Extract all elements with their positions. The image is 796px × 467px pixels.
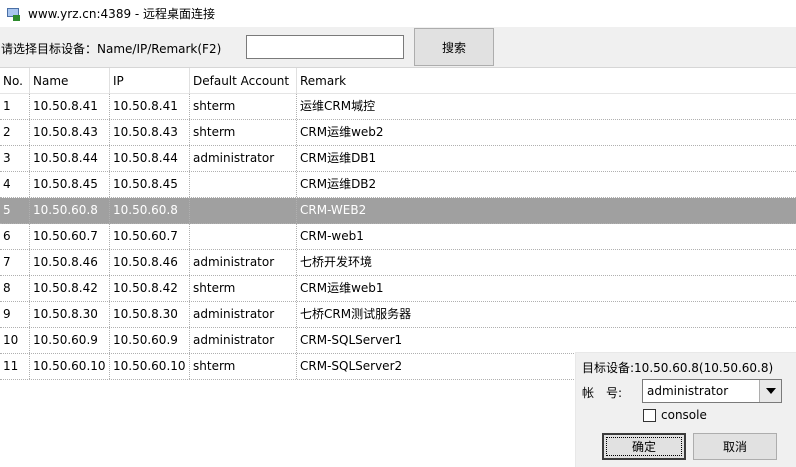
table-row[interactable]: 8 10.50.8.42 10.50.8.42 shterm CRM运维web1	[0, 276, 796, 302]
cell-ip: 10.50.60.9	[110, 328, 190, 353]
cell-account	[190, 198, 297, 223]
cell-no: 10	[0, 328, 30, 353]
cell-name: 10.50.8.30	[30, 302, 110, 327]
connect-dialog: 目标设备:10.50.60.8(10.50.60.8) 帐 号: adminis…	[575, 352, 796, 467]
account-label: 帐 号:	[582, 386, 623, 400]
cell-ip: 10.50.8.46	[110, 250, 190, 275]
cell-remark: CRM-SQLServer1	[300, 333, 403, 347]
cell-no: 4	[0, 172, 30, 197]
table-row[interactable]: 3 10.50.8.44 10.50.8.44 administrator CRM运维D…	[0, 146, 796, 172]
cell-name: 10.50.60.8	[30, 198, 110, 223]
cell-ip: 10.50.8.41	[110, 94, 190, 119]
cell-name: 10.50.8.46	[30, 250, 110, 275]
column-header-default-account[interactable]: Default Account	[190, 68, 297, 94]
title-bar: www.yrz.cn:4389 - 远程桌面连接	[0, 0, 796, 27]
table-row[interactable]: 2 10.50.8.43 10.50.8.43 shterm CRM运维web2	[0, 120, 796, 146]
table-header: No. Name IP Default Account Remark	[0, 67, 796, 94]
cell-no: 11	[0, 354, 30, 379]
cell-ip: 10.50.60.7	[110, 224, 190, 249]
cell-ip: 10.50.60.10	[110, 354, 190, 379]
cell-ip: 10.50.8.45	[110, 172, 190, 197]
cell-remark: CRM运维web2	[300, 125, 384, 139]
cancel-button[interactable]: 取消	[693, 433, 777, 460]
column-header-no[interactable]: No.	[0, 68, 30, 94]
cell-remark: 七桥开发环境	[300, 255, 373, 269]
cell-account: administrator	[190, 302, 297, 327]
cell-account: shterm	[190, 276, 297, 301]
ok-button[interactable]: 确定	[602, 433, 686, 460]
cell-no: 1	[0, 94, 30, 119]
chevron-down-icon[interactable]	[759, 380, 781, 402]
cell-name: 10.50.8.41	[30, 94, 110, 119]
cell-no: 7	[0, 250, 30, 275]
cell-account: shterm	[190, 94, 297, 119]
cell-remark: CRM运维DB1	[300, 151, 377, 165]
column-header-remark[interactable]: Remark	[297, 68, 796, 94]
cell-name: 10.50.8.45	[30, 172, 110, 197]
table-row[interactable]: 6 10.50.60.7 10.50.60.7 CRM-web1	[0, 224, 796, 250]
remote-desktop-icon	[7, 7, 21, 21]
cell-name: 10.50.8.43	[30, 120, 110, 145]
table-row[interactable]: 5 10.50.60.8 10.50.60.8 CRM-WEB2	[0, 198, 796, 224]
cell-name: 10.50.60.9	[30, 328, 110, 353]
cell-no: 8	[0, 276, 30, 301]
cell-remark: CRM运维DB2	[300, 177, 377, 191]
cell-no: 3	[0, 146, 30, 171]
cell-remark: CRM-web1	[300, 229, 364, 243]
cell-ip: 10.50.8.44	[110, 146, 190, 171]
cell-remark: 七桥CRM测试服务器	[300, 307, 412, 321]
console-checkbox[interactable]	[643, 409, 656, 422]
target-device-text: 目标设备:10.50.60.8(10.50.60.8)	[582, 361, 774, 375]
table-row[interactable]: 4 10.50.8.45 10.50.8.45 CRM运维DB2	[0, 172, 796, 198]
table-body: 1 10.50.8.41 10.50.8.41 shterm 运维CRM堿控 2 10.50…	[0, 94, 796, 380]
cell-no: 9	[0, 302, 30, 327]
cell-no: 6	[0, 224, 30, 249]
console-label[interactable]: console	[661, 408, 707, 422]
cell-name: 10.50.8.42	[30, 276, 110, 301]
account-select[interactable]: administrator	[642, 379, 782, 403]
cell-name: 10.50.60.7	[30, 224, 110, 249]
cell-account	[190, 172, 297, 197]
cell-no: 5	[0, 198, 30, 223]
cell-no: 2	[0, 120, 30, 145]
window-title: www.yrz.cn:4389 - 远程桌面连接	[28, 7, 216, 21]
cell-ip: 10.50.60.8	[110, 198, 190, 223]
cell-account: administrator	[190, 328, 297, 353]
cell-remark: CRM运维web1	[300, 281, 384, 295]
column-header-ip[interactable]: IP	[110, 68, 190, 94]
cell-account: administrator	[190, 146, 297, 171]
table-row[interactable]: 7 10.50.8.46 10.50.8.46 administrator 七桥开发环境	[0, 250, 796, 276]
cell-account: shterm	[190, 354, 297, 379]
cell-ip: 10.50.8.30	[110, 302, 190, 327]
cell-account	[190, 224, 297, 249]
search-button[interactable]: 搜索	[414, 28, 494, 66]
cell-ip: 10.50.8.42	[110, 276, 190, 301]
search-input[interactable]	[246, 35, 404, 59]
cell-account: administrator	[190, 250, 297, 275]
cell-account: shterm	[190, 120, 297, 145]
account-value: administrator	[647, 384, 729, 398]
table-row[interactable]: 10 10.50.60.9 10.50.60.9 administrator CRM-S…	[0, 328, 796, 354]
cell-remark: CRM-WEB2	[300, 203, 367, 217]
cell-name: 10.50.8.44	[30, 146, 110, 171]
column-header-name[interactable]: Name	[30, 68, 110, 94]
cell-name: 10.50.60.10	[30, 354, 110, 379]
cell-ip: 10.50.8.43	[110, 120, 190, 145]
table-row[interactable]: 1 10.50.8.41 10.50.8.41 shterm 运维CRM堿控	[0, 94, 796, 120]
table-row[interactable]: 9 10.50.8.30 10.50.8.30 administrator 七桥CRM测…	[0, 302, 796, 328]
search-bar: 请选择目标设备：Name/IP/Remark(F2) 搜索	[0, 27, 796, 67]
cell-remark: 运维CRM堿控	[300, 99, 376, 113]
search-label: 请选择目标设备：Name/IP/Remark(F2)	[1, 42, 222, 56]
